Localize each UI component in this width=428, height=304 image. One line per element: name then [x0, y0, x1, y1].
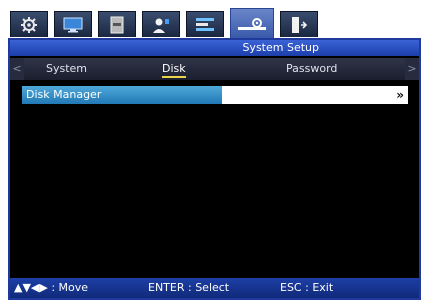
tab-scroll-left-button[interactable]: <	[10, 58, 24, 80]
exit-hint: ESC : Exit	[280, 281, 334, 294]
tab-password[interactable]: Password	[286, 58, 337, 80]
tab-disk[interactable]: Disk	[162, 58, 186, 80]
tab-scroll-right-button[interactable]: >	[405, 58, 419, 80]
exit-icon	[292, 16, 308, 33]
tab-gear[interactable]	[10, 11, 48, 37]
user-icon	[153, 18, 169, 33]
tab-system[interactable]: System	[46, 58, 87, 80]
tab-network[interactable]	[186, 11, 224, 37]
tab-user[interactable]	[142, 11, 180, 37]
window-title-bar: System Setup	[10, 40, 419, 56]
window-title: System Setup	[242, 41, 319, 54]
tab-exit[interactable]	[280, 11, 318, 37]
top-icon-bar	[10, 8, 340, 40]
status-bar: ▲▼◀▶ : Move ENTER : Select ESC : Exit	[10, 278, 419, 298]
gear-icon	[21, 16, 37, 33]
select-hint: ENTER : Select	[148, 281, 230, 294]
menu-item-disk-manager[interactable]: Disk Manager »	[22, 86, 408, 104]
double-chevron-right-icon: »	[396, 88, 404, 102]
system-setup-window: System Setup < System Disk Password > Di…	[8, 38, 421, 300]
hdd-icon	[110, 16, 124, 33]
move-hint-text: : Move	[51, 281, 89, 294]
monitor-icon	[63, 17, 83, 32]
tab-row: < System Disk Password >	[10, 58, 419, 80]
arrow-keys-icon: ▲▼◀▶	[14, 281, 48, 294]
tab-monitor[interactable]	[54, 11, 92, 37]
tab-hdd[interactable]	[98, 11, 136, 37]
system-setup-icon	[238, 17, 266, 30]
menu-item-label: Disk Manager	[22, 86, 222, 104]
dvr-setup-screen: System Setup < System Disk Password > Di…	[0, 0, 428, 304]
network-icon	[196, 17, 214, 31]
move-hint: ▲▼◀▶ : Move	[14, 278, 88, 298]
content-area: Disk Manager »	[10, 82, 419, 278]
tab-system-setup[interactable]	[230, 8, 274, 40]
